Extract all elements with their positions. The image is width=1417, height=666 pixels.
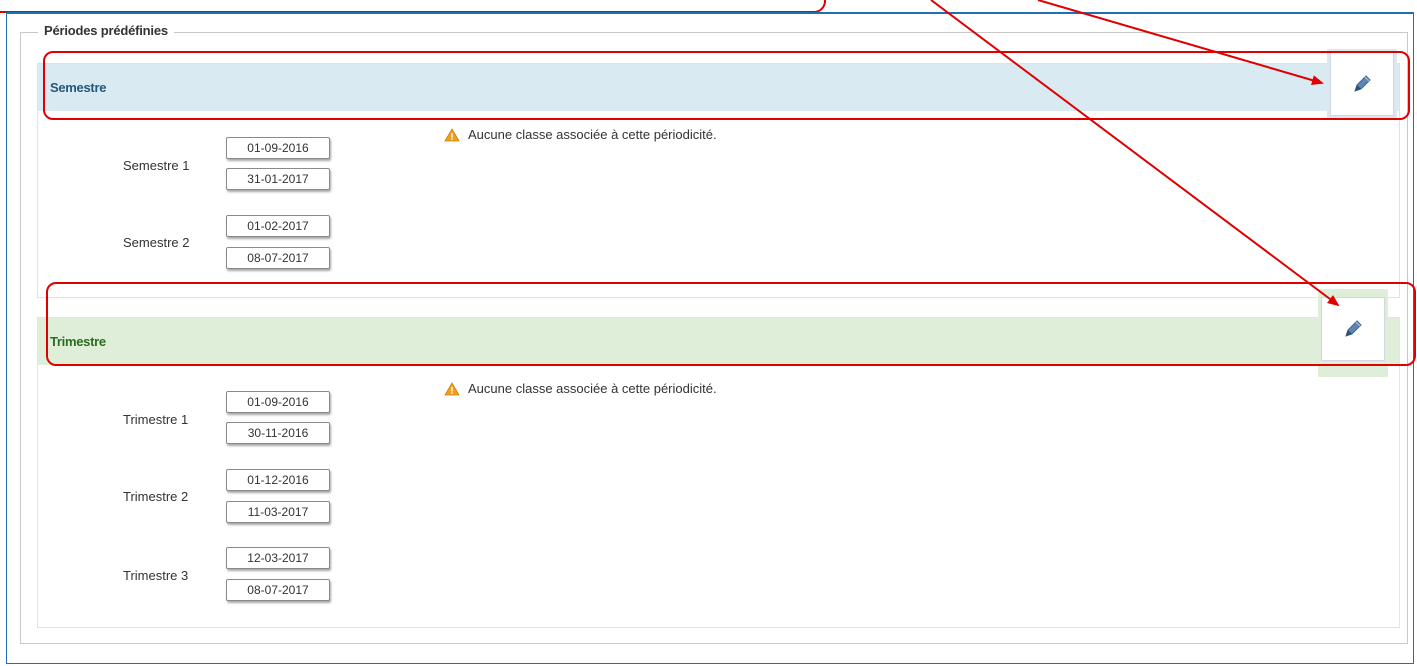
annotation-arrow-to-semestre [1037, 0, 1324, 85]
annotation-arrow-to-trimestre [930, 0, 1340, 307]
annotation-arrows [930, 0, 1340, 307]
